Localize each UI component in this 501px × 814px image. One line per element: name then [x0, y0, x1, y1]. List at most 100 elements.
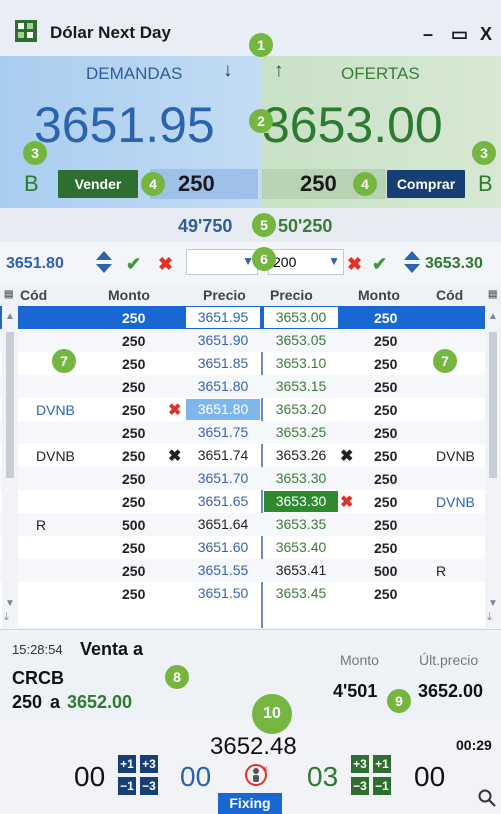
- scroll-up-icon[interactable]: ▲: [488, 311, 498, 322]
- order-controls-row: 3651.80 ✔ ✖ ▼ 200 ▼ ✖ ✔ 3653.30: [0, 245, 501, 281]
- right-price-spinner-icon[interactable]: [402, 249, 422, 278]
- right-minus-1-button[interactable]: −1: [373, 777, 391, 795]
- scroll-bottom-icon[interactable]: ⤓: [4, 611, 9, 624]
- close-button[interactable]: X: [480, 24, 492, 45]
- right-minus-3-button[interactable]: −3: [351, 777, 369, 795]
- callout-badge-10: 10: [252, 694, 292, 734]
- left-minus-3-button[interactable]: −3: [140, 777, 158, 795]
- volume-strip: [0, 208, 501, 242]
- callout-badge-3-right: 3: [472, 141, 496, 165]
- left-scrollbar[interactable]: ▲ ▼ ⤓: [2, 306, 18, 628]
- fixing-left-sub: 00: [180, 761, 212, 792]
- monto-label: Monto: [340, 652, 379, 668]
- table-row[interactable]: 250 3651.60 3653.40 250: [0, 536, 501, 559]
- minimize-button[interactable]: –: [423, 24, 433, 45]
- column-menu-icon[interactable]: ▤: [488, 289, 497, 300]
- table-row[interactable]: 250 3651.90 3653.05 250: [0, 329, 501, 352]
- scroll-down-icon[interactable]: ▼: [5, 598, 15, 609]
- col-cod-left[interactable]: Cód: [20, 287, 47, 303]
- fixing-price: 3652.48: [210, 733, 297, 760]
- right-qty-value: 200: [273, 254, 297, 270]
- left-plus-3-button[interactable]: +3: [140, 755, 158, 773]
- cancel-order-icon[interactable]: ✖: [168, 446, 181, 466]
- right-plus-3-button[interactable]: +3: [351, 755, 369, 773]
- callout-badge-6: 6: [252, 247, 276, 271]
- col-precio-left[interactable]: Precio: [203, 287, 246, 303]
- chevron-down-icon: ▼: [328, 254, 340, 268]
- table-row[interactable]: DVNB 250 ✖ 3651.80 3653.20 250: [0, 398, 501, 421]
- callout-badge-2: 2: [249, 109, 273, 133]
- buy-button[interactable]: Comprar: [387, 170, 465, 198]
- left-minus-1-button[interactable]: −1: [118, 777, 136, 795]
- right-plus-1-button[interactable]: +1: [373, 755, 391, 773]
- cancel-order-icon[interactable]: ✖: [340, 446, 353, 466]
- monto-value: 4'501: [333, 681, 378, 701]
- fixing-left-main: 00: [74, 761, 106, 792]
- col-monto-left[interactable]: Monto: [108, 287, 150, 303]
- app-logo-icon: [15, 20, 37, 42]
- scroll-thumb[interactable]: [6, 332, 14, 478]
- table-row[interactable]: 250 3651.95 3653.00 250: [0, 306, 501, 329]
- cancel-right-icon[interactable]: ✖: [347, 254, 362, 275]
- column-menu-icon[interactable]: ▤: [4, 289, 13, 300]
- demand-label: DEMANDAS: [86, 64, 183, 83]
- callout-badge-5: 5: [252, 213, 276, 237]
- table-row[interactable]: 250 3651.70 3653.30 250: [0, 467, 501, 490]
- fixing-timer: 00:29: [456, 737, 492, 753]
- best-bid-price[interactable]: 3651.95: [34, 96, 215, 154]
- fixing-person-icon[interactable]: x: [244, 763, 268, 787]
- sell-button[interactable]: Vender: [58, 170, 138, 198]
- table-row[interactable]: 250 3651.65 3653.30 ✖ 250 DVNB: [0, 490, 501, 513]
- table-row[interactable]: DVNB 250 ✖ 3651.74 3653.26 ✖ 250 DVNB: [0, 444, 501, 467]
- arrow-up-icon: ↑: [274, 60, 284, 81]
- last-trade-panel: 15:28:54 Venta a CRCB 250 a 3652.00 Mont…: [0, 629, 501, 720]
- callout-badge-1: 1: [249, 33, 273, 57]
- scroll-thumb[interactable]: [489, 332, 497, 478]
- callout-badge-7-right: 7: [433, 349, 457, 373]
- best-ask-price[interactable]: 3653.00: [262, 96, 443, 154]
- callout-badge-3-left: 3: [23, 141, 47, 165]
- right-price-value: 3653.30: [425, 255, 483, 272]
- left-qty-select[interactable]: ▼: [186, 249, 258, 275]
- fixing-button[interactable]: Fixing: [218, 793, 282, 814]
- trade-preposition: a: [50, 692, 61, 712]
- table-row[interactable]: 250 3651.55 3653.41 500 R: [0, 559, 501, 582]
- table-row[interactable]: R 500 3651.64 3653.35 250: [0, 513, 501, 536]
- arrow-down-icon: ↓: [223, 60, 233, 81]
- order-book-header: ▤ Cód Monto Precio Precio Monto Cód ▤: [0, 284, 501, 307]
- left-plus-1-button[interactable]: +1: [118, 755, 136, 773]
- ultimo-precio-label: Últ.precio: [419, 652, 479, 668]
- maximize-button[interactable]: ▭: [451, 24, 468, 45]
- svg-text:x: x: [263, 764, 268, 773]
- scroll-up-icon[interactable]: ▲: [5, 311, 15, 322]
- fixing-bar: 3652.48 00:29 00 00 03 00 +1 +3 −1 −3 +3…: [0, 719, 501, 814]
- scroll-down-icon[interactable]: ▼: [488, 598, 498, 609]
- col-precio-right[interactable]: Precio: [270, 287, 313, 303]
- left-price-value: 3651.80: [6, 255, 64, 272]
- table-row[interactable]: 250 3651.80 3653.15 250: [0, 375, 501, 398]
- confirm-left-icon[interactable]: ✔: [126, 254, 141, 275]
- sell-quantity-field[interactable]: 250: [150, 169, 258, 199]
- table-row[interactable]: 250 3651.50 3653.45 250: [0, 582, 501, 605]
- confirm-right-icon[interactable]: ✔: [372, 254, 387, 275]
- right-qty-select[interactable]: 200 ▼: [268, 249, 344, 275]
- callout-badge-4-right: 4: [353, 172, 377, 196]
- scroll-bottom-icon[interactable]: ⤓: [487, 611, 492, 624]
- callout-badge-8: 8: [165, 665, 189, 689]
- total-demand-volume: 49'750: [178, 216, 233, 236]
- cancel-order-icon[interactable]: ✖: [168, 400, 181, 420]
- table-row[interactable]: 250 3651.75 3653.25 250: [0, 421, 501, 444]
- cancel-order-icon[interactable]: ✖: [340, 492, 353, 512]
- window-title: Dólar Next Day: [50, 23, 171, 42]
- ultimo-precio-value: 3652.00: [418, 681, 484, 701]
- col-monto-right[interactable]: Monto: [358, 287, 400, 303]
- b-indicator-left: B: [24, 171, 39, 196]
- right-scrollbar[interactable]: ▲ ▼ ⤓: [485, 306, 501, 628]
- cancel-left-icon[interactable]: ✖: [158, 254, 173, 275]
- trade-label: Venta a: [80, 639, 144, 659]
- search-icon[interactable]: [478, 789, 496, 807]
- col-cod-right[interactable]: Cód: [436, 287, 463, 303]
- app-window: Dólar Next Day – ▭ X DEMANDAS OFERTAS ↓ …: [0, 0, 501, 814]
- left-price-spinner-icon[interactable]: [94, 249, 114, 278]
- total-offer-volume: 50'250: [278, 216, 333, 236]
